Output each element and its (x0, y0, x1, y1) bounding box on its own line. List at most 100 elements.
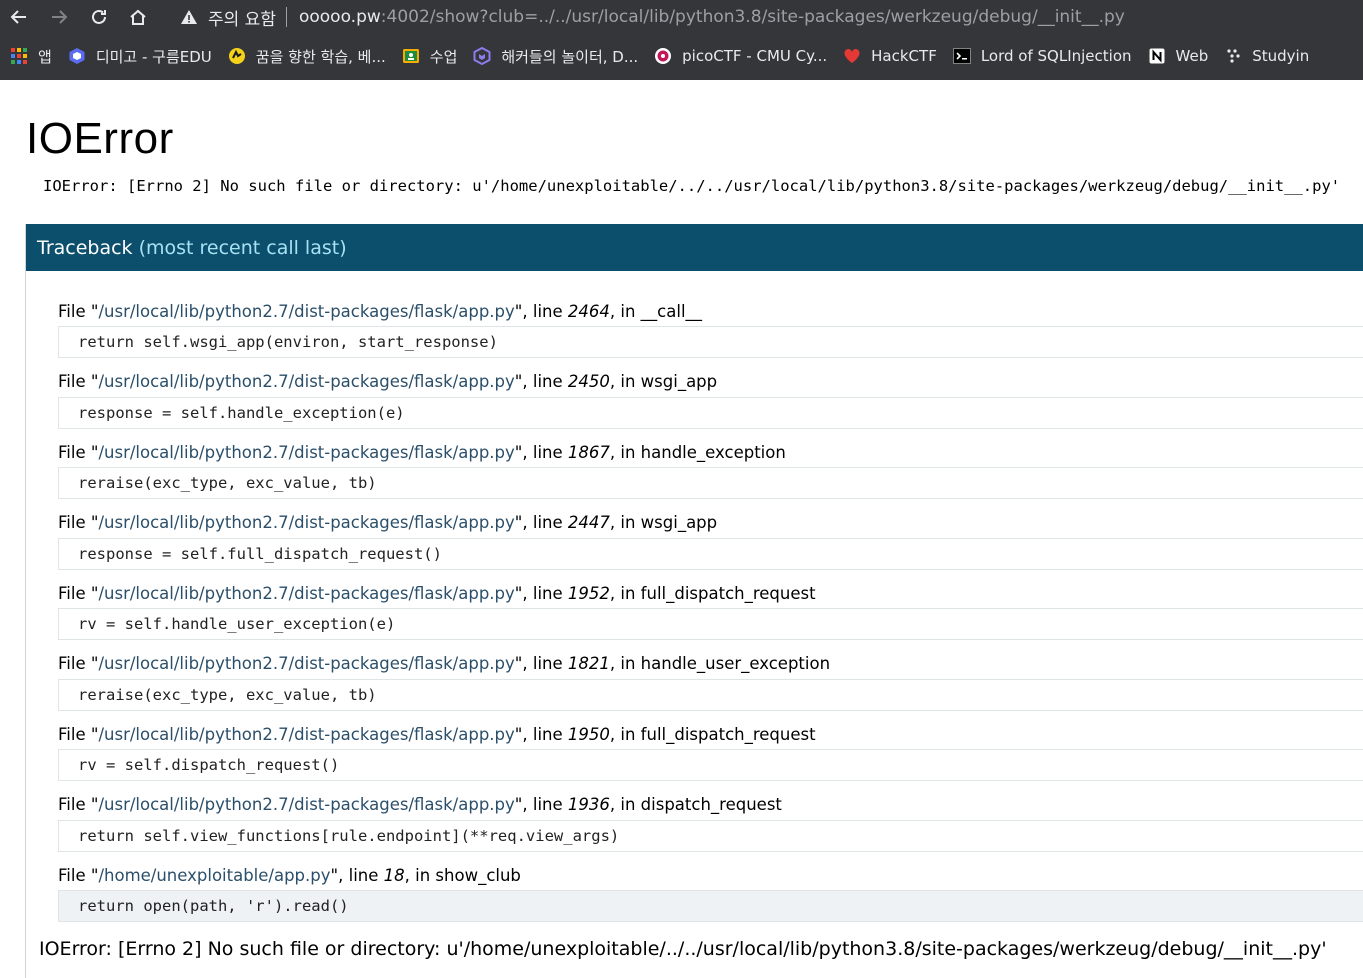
line-prefix: , line (522, 372, 568, 391)
frame-function: full_dispatch_request (640, 724, 816, 744)
goorm-icon (68, 47, 86, 65)
frame-filename: /usr/local/lib/python2.7/dist-packages/f… (98, 442, 515, 462)
in-prefix: , in (609, 372, 641, 391)
line-prefix: , line (522, 654, 568, 673)
in-prefix: , in (404, 865, 436, 885)
traceback-frame: File "/usr/local/lib/python2.7/dist-pack… (58, 296, 1363, 367)
in-prefix: , in (609, 301, 641, 321)
bookmark-picoctf[interactable]: picoCTF - CMU Cy... (646, 42, 835, 70)
bookmark-label: 해커들의 놀이터, D... (501, 47, 639, 66)
frame-function: wsgi_app (640, 513, 718, 532)
frame-location: File "/usr/local/lib/python2.7/dist-pack… (58, 795, 782, 814)
file-prefix: File (58, 865, 91, 885)
in-prefix: , in (609, 442, 641, 462)
dots-icon (1224, 47, 1242, 65)
home-icon (130, 9, 146, 25)
bookmark-hackctf[interactable]: HackCTF (835, 42, 945, 70)
picoctf-icon (654, 47, 672, 65)
back-button[interactable] (6, 4, 32, 30)
frame-code[interactable]: reraise(exc_type, exc_value, tb) (58, 467, 1363, 499)
frame-line-number: 1952 (567, 583, 610, 603)
traceback-subtitle: (most recent call last) (138, 236, 347, 259)
frame-code[interactable]: reraise(exc_type, exc_value, tb) (58, 678, 1363, 711)
in-prefix: , in (609, 654, 641, 673)
bookmark-studyin[interactable]: Studyin (1216, 42, 1317, 70)
in-prefix: , in (609, 795, 641, 814)
bookmark-label: 꿈을 향한 학습, 베... (255, 47, 386, 66)
frame-code[interactable]: response = self.handle_exception(e) (58, 396, 1363, 429)
file-prefix: File (58, 583, 91, 603)
study-icon (228, 47, 246, 65)
traceback-frame: File "/home/unexploitable/app.py ", line … (58, 860, 1363, 931)
browser-chrome: 주의 요함 ooooo.pw :4002/show?club=../../usr… (0, 0, 1363, 80)
bookmark-label: 앱 (38, 47, 52, 66)
traceback-frame: File "/usr/local/lib/python2.7/dist-pack… (58, 719, 1363, 790)
traceback-frame: File "/usr/local/lib/python2.7/dist-pack… (58, 790, 1363, 861)
frame-code[interactable]: response = self.full_dispatch_request() (58, 537, 1363, 570)
apps-grid-icon (10, 47, 28, 65)
bookmark-label: 수업 (429, 47, 458, 66)
bookmark-study[interactable]: 꿈을 향한 학습, 베... (220, 42, 394, 70)
frame-location: File "/usr/local/lib/python2.7/dist-pack… (58, 654, 831, 673)
frame-filename: /usr/local/lib/python2.7/dist-packages/f… (98, 583, 515, 603)
bookmark-label: Lord of SQLInjection (980, 47, 1132, 65)
frame-code[interactable]: rv = self.handle_user_exception(e) (58, 608, 1363, 640)
frame-line-number: 2450 (567, 372, 610, 391)
traceback-frames: File "/usr/local/lib/python2.7/dist-pack… (58, 296, 1363, 931)
file-prefix: File (58, 724, 91, 744)
address-bar[interactable]: 주의 요함 ooooo.pw :4002/show?club=../../usr… (164, 0, 1363, 34)
in-prefix: , in (609, 513, 641, 532)
omnibar-row: 주의 요함 ooooo.pw :4002/show?club=../../usr… (0, 0, 1363, 34)
traceback-panel: Traceback (most recent call last) File "… (25, 224, 1363, 978)
frame-filename: /usr/local/lib/python2.7/dist-packages/f… (98, 795, 515, 814)
forward-button[interactable] (46, 4, 72, 30)
bookmark-goorm[interactable]: 디미고 - 구름EDU (60, 42, 220, 70)
bookmark-lord-of-sqli[interactable]: Lord of SQLInjection (945, 42, 1140, 70)
file-prefix: File (58, 654, 91, 673)
frame-function: show_club (435, 865, 521, 885)
traceback-frame: File "/usr/local/lib/python2.7/dist-pack… (58, 437, 1363, 508)
bookmark-dreamhack[interactable]: 해커들의 놀이터, D... (465, 42, 646, 70)
bookmark-label: Web (1175, 47, 1209, 65)
frame-code[interactable]: rv = self.dispatch_request() (58, 749, 1363, 781)
bookmark-apps[interactable]: 앱 (0, 42, 60, 70)
notion-icon (1148, 47, 1166, 65)
frame-function: handle_user_exception (640, 654, 831, 673)
frame-code-current[interactable]: return open(path, 'r').read() (58, 890, 1363, 922)
file-prefix: File (58, 372, 91, 391)
file-prefix: File (58, 301, 91, 321)
bookmark-label: HackCTF (871, 47, 937, 65)
heart-icon (843, 47, 861, 65)
file-prefix: File (58, 513, 91, 532)
frame-code[interactable]: return self.wsgi_app(environ, start_resp… (58, 326, 1363, 358)
url-host: ooooo.pw (298, 7, 381, 27)
frame-filename: /usr/local/lib/python2.7/dist-packages/f… (98, 654, 515, 673)
reload-button[interactable] (86, 4, 112, 30)
line-prefix: , line (522, 724, 568, 744)
url-path: :4002/show?club=../../usr/local/lib/pyth… (380, 7, 1125, 27)
frame-line-number: 1950 (567, 724, 610, 744)
frame-location: File "/usr/local/lib/python2.7/dist-pack… (58, 372, 718, 391)
error-message: IOError: [Errno 2] No such file or direc… (43, 177, 1341, 195)
file-prefix: File (58, 442, 91, 462)
terminal-icon (952, 47, 971, 65)
frame-location: File "/usr/local/lib/python2.7/dist-pack… (58, 513, 718, 532)
frame-location: File "/usr/local/lib/python2.7/dist-pack… (58, 724, 816, 744)
bookmark-web[interactable]: Web (1140, 42, 1217, 70)
frame-code[interactable]: return self.view_functions[rule.endpoint… (58, 819, 1363, 852)
line-prefix: , line (522, 583, 568, 603)
frame-function: dispatch_request (640, 795, 782, 814)
in-prefix: , in (609, 724, 641, 744)
page-title: IOError (26, 114, 174, 163)
frame-line-number: 2464 (567, 301, 610, 321)
frame-location: File "/usr/local/lib/python2.7/dist-pack… (58, 301, 703, 321)
frame-line-number: 2447 (567, 513, 610, 532)
bookmark-classroom[interactable]: 수업 (394, 42, 466, 70)
frame-location: File "/usr/local/lib/python2.7/dist-pack… (58, 442, 786, 462)
traceback-title: Traceback (37, 236, 133, 259)
security-label[interactable]: 주의 요함 (208, 5, 276, 30)
line-prefix: , line (522, 513, 568, 532)
bookmark-label: 디미고 - 구름EDU (95, 47, 212, 66)
home-button[interactable] (125, 4, 151, 30)
arrow-left-icon (10, 10, 26, 24)
